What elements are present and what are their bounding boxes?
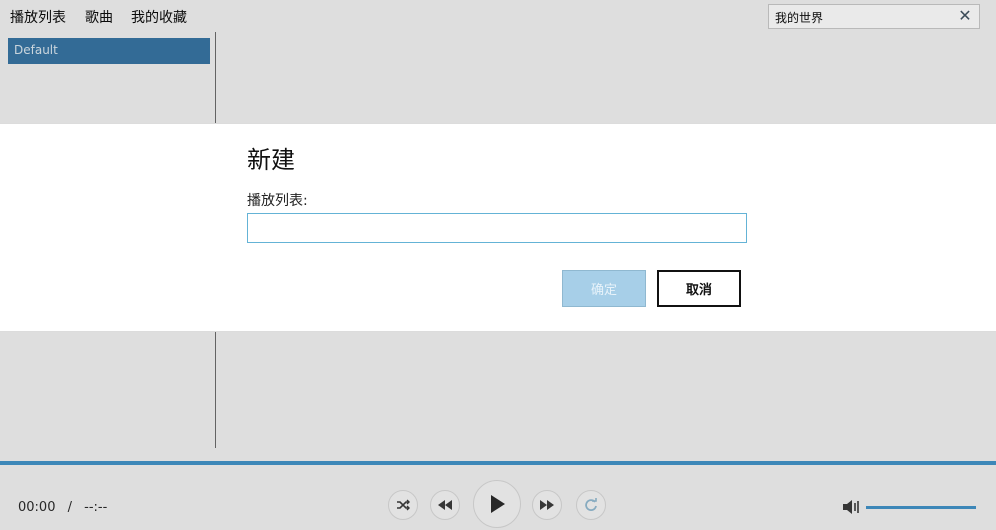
dialog-title: 新建 — [247, 146, 295, 174]
ok-button[interactable]: 确定 — [562, 270, 646, 307]
playlist-name-input[interactable] — [247, 213, 747, 243]
new-playlist-dialog: 新建 播放列表: 确定 取消 — [0, 123, 996, 332]
cancel-button[interactable]: 取消 — [657, 270, 741, 307]
playlist-name-label: 播放列表: — [247, 193, 308, 209]
